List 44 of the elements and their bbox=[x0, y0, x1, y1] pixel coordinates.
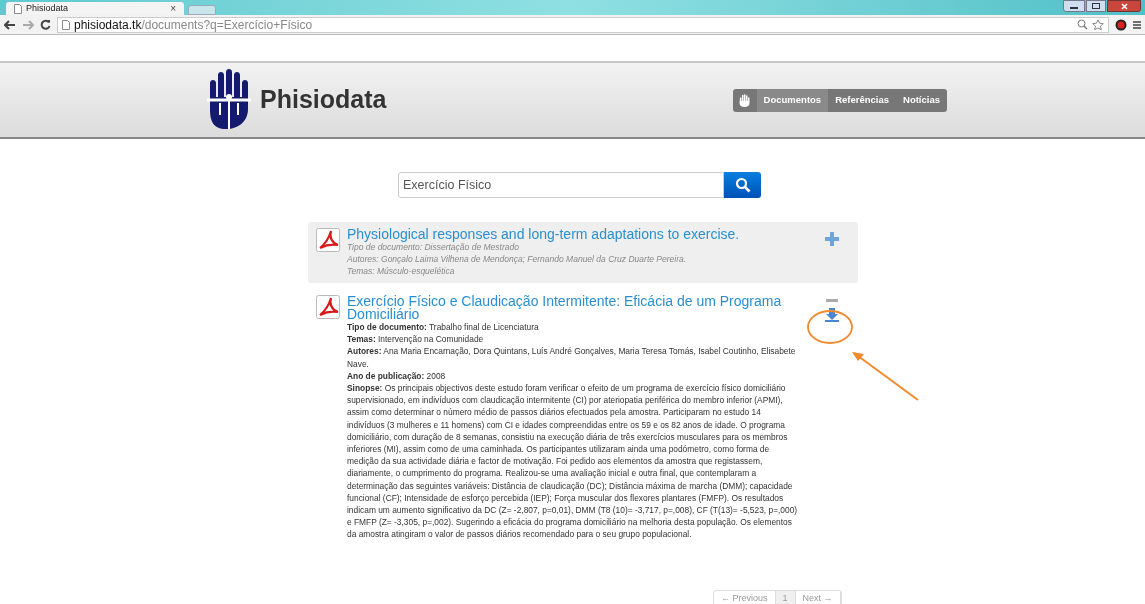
menu-icon[interactable] bbox=[1133, 19, 1141, 30]
result-meta: Tipo de documento: Dissertação de Mestrado bbox=[347, 242, 520, 253]
result-meta: Temas: Músculo-esquelética bbox=[347, 266, 456, 277]
maximize-button[interactable] bbox=[1086, 0, 1106, 12]
page-link[interactable]: ← Previous bbox=[714, 591, 776, 604]
star-icon[interactable] bbox=[1092, 18, 1104, 31]
hand-icon bbox=[738, 93, 751, 107]
browser-tab[interactable]: Phisiodata × bbox=[6, 2, 184, 15]
page-link[interactable]: Next → bbox=[795, 591, 841, 604]
nav-link[interactable]: Notícias bbox=[896, 88, 947, 112]
expand-icon[interactable] bbox=[825, 232, 839, 246]
minimize-button[interactable] bbox=[1063, 0, 1085, 12]
nav-link[interactable]: Referências bbox=[828, 88, 897, 112]
tab-title: Phisiodata bbox=[26, 1, 70, 15]
result-detail: Ano de publicação: 2008 bbox=[347, 369, 447, 382]
search-button[interactable] bbox=[724, 172, 761, 198]
annotation-arrow bbox=[850, 350, 920, 402]
close-icon bbox=[1120, 2, 1128, 10]
page-icon bbox=[62, 19, 70, 30]
result-detail: Autores: Ana Maria Encarnação, Dora Quintans, Luís André Gonçalves, Maria Teresa Tomás, Isabel Coutinho, Elisabete Nave. bbox=[347, 345, 797, 370]
page-icon bbox=[14, 3, 22, 14]
search-icon bbox=[734, 177, 751, 193]
back-icon[interactable] bbox=[4, 19, 16, 30]
pdf-icon bbox=[316, 295, 340, 319]
nav-link[interactable]: Documentos bbox=[756, 88, 829, 112]
site-title: Phisiodata bbox=[260, 84, 387, 116]
result-title[interactable]: Physiological responses and long-term adaptations to exercise. bbox=[347, 228, 807, 241]
hand-logo-icon bbox=[204, 69, 254, 131]
download-icon[interactable] bbox=[825, 308, 839, 322]
result-meta: Autores: Gonçalo Laima Vilhena de Mendonça; Fernando Manuel da Cruz Duarte Pereira. bbox=[347, 254, 688, 265]
annotation-circle bbox=[806, 309, 854, 345]
pdf-icon bbox=[316, 228, 340, 252]
close-icon[interactable]: × bbox=[170, 3, 176, 14]
close-window-button[interactable] bbox=[1107, 0, 1141, 12]
search-field[interactable]: Exercício Físico bbox=[398, 172, 724, 198]
zoom-icon[interactable] bbox=[1077, 19, 1088, 30]
result-detail: Sinopse: Os principais objectivos deste estudo foram verificar o efeito de um programa de exercício físico domiciliário supervisionado, em indivíduos com claudicação intermitente (CI) por ateriopatia periférica do membro inferior (APMI), assim como determinar o número médio de passos diários efectuados pela amostra. Participaram no estudo 14 indivíduos (3 mulheres e 11 homens) com CI e idades compreendidas entre os 59 e os 82 anos de idade. O programa domiciliário, com duração de 8 semanas, consistiu na execução diária de três exercícios musculares para os membros inferiores (MI), assim como de uma caminhada. Os participantes utilizaram ainda uma podómetro, como forma de medição da sua actividade diária e factor de motivação. Foi pedido aos elementos da amostra que registassem, diariamente, o cumprimento do programa. Realizou-se uma avaliação inicial e outra final, que contemplaram a determinação das seguintes variáveis: Distância de claudicação (DC); Distância máxima de marcha (DMM); capacidade funcional (CF); Intensidade de esforço percebida (IEP); Força muscular dos flexores plantares (FMFP). Os resultados indicam um aumento significativo da DC (Z= -2,807, p=0,01), DMM (T8 (10)= -3,717, p=,008), CF (T(13)= -5,523, p=,000) e FMFP (Z= -3,305, p=,002). Sugerindo a eficácia do programa domiciliário na melhoria desta população. Os elementos da amostra atingiram o valor de passos diários recomendado para o seu grupo populacional. bbox=[347, 382, 799, 541]
result-detail: Tipo de documento: Trabalho final de Licenciatura bbox=[347, 321, 540, 334]
address-bar[interactable]: phisiodata.tk/documents?q=Exercício+Físico bbox=[57, 16, 1109, 33]
extension-icon[interactable] bbox=[1115, 18, 1127, 31]
result-detail: Temas: Intervenção na Comunidade bbox=[347, 333, 485, 346]
reload-icon[interactable] bbox=[40, 19, 51, 30]
url-text: phisiodata.tk/documents?q=Exercício+Físico bbox=[74, 16, 313, 34]
result-title[interactable]: Exercício Físico e Claudicação Intermitente: Eficácia de um Programa Domiciliário bbox=[347, 295, 807, 321]
